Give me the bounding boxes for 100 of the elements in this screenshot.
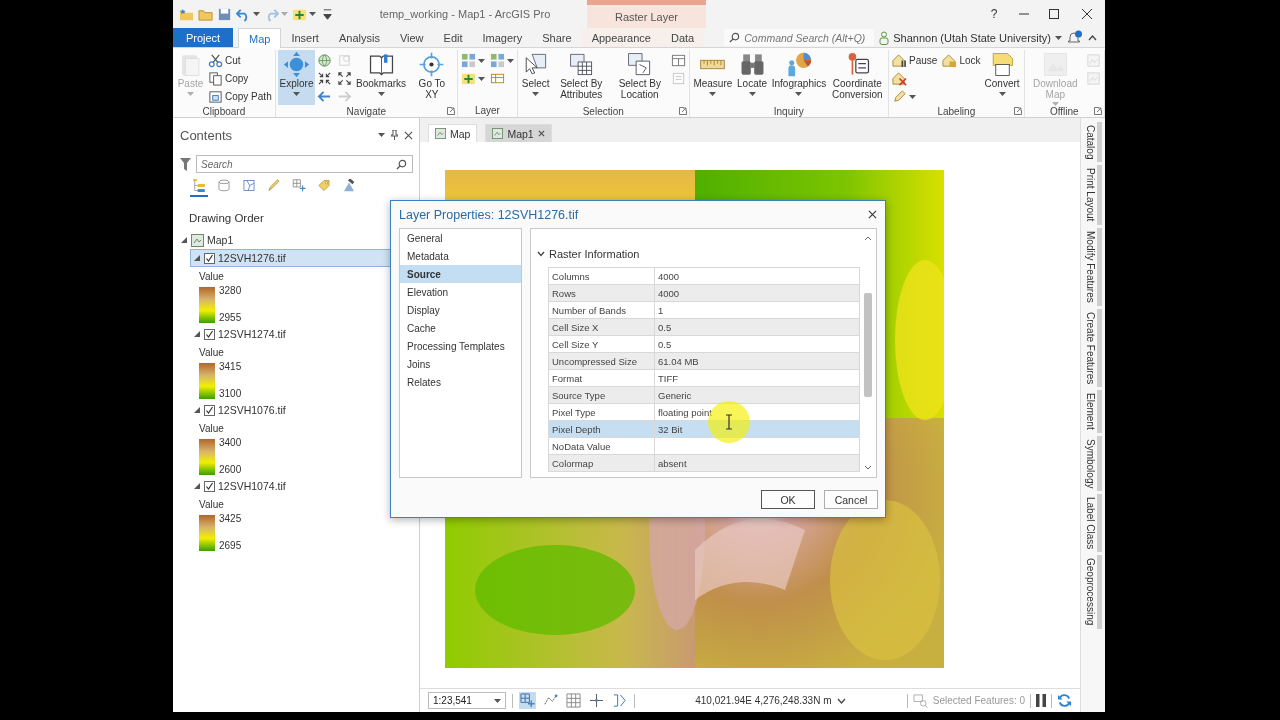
ribbon-button[interactable]: Select xyxy=(519,50,552,105)
group-label: Navigate xyxy=(345,105,388,117)
window-title: temp_working - Map1 - ArcGIS Pro xyxy=(378,7,552,22)
legend-value: 3415 xyxy=(219,361,242,372)
ribbon-button[interactable]: Convert xyxy=(982,50,1022,105)
document-tab[interactable]: Map1 xyxy=(485,124,552,142)
legend-value: 3400 xyxy=(219,437,242,448)
table-cell: Source Type xyxy=(549,387,655,404)
ribbon-button[interactable]: Select By Attributes xyxy=(552,50,610,105)
layer-name: 12SVH1274.tif xyxy=(218,328,286,340)
search-field[interactable]: Search xyxy=(196,155,413,173)
page-item[interactable]: Cache xyxy=(400,319,521,337)
group-label: Clipboard xyxy=(201,105,247,117)
layer-name: 12SVH1074.tif xyxy=(218,480,286,492)
table-cell: Rows xyxy=(549,285,655,302)
legend-value: 2695 xyxy=(219,540,242,551)
contextual-header: Raster Layer xyxy=(587,0,706,28)
legend-value: 2955 xyxy=(219,312,242,323)
scale-field[interactable]: 1:23,541 xyxy=(428,692,506,709)
dock-tab[interactable]: Create Features xyxy=(1084,308,1102,387)
page-item[interactable]: Elevation xyxy=(400,283,521,301)
page-item[interactable]: Relates xyxy=(400,373,521,391)
ribbon-button[interactable]: Copy Path xyxy=(207,88,273,105)
page-item[interactable]: Source xyxy=(400,265,521,283)
group-label: Labeling xyxy=(936,105,977,117)
table-row[interactable]: Cell Size X 0.5 xyxy=(549,319,860,336)
section-title[interactable]: Raster Information xyxy=(549,248,640,260)
layer-name: 12SVH1076.tif xyxy=(218,404,286,416)
ribbon-tab[interactable]: Imagery xyxy=(472,28,533,47)
table-row[interactable]: Source Type Generic xyxy=(549,387,860,404)
table-cell: Generic xyxy=(655,387,860,404)
table-row[interactable]: Pixel Depth 32 Bit xyxy=(549,421,860,438)
ribbon-button[interactable]: Cut xyxy=(207,52,242,69)
legend-value: 3425 xyxy=(219,513,242,524)
ribbon-button[interactable]: Lock xyxy=(941,52,982,69)
table-cell: Pixel Depth xyxy=(549,421,655,438)
table-cell: Colormap xyxy=(549,455,655,472)
legend-value: 2600 xyxy=(219,464,242,475)
table-cell: 32 Bit xyxy=(655,421,860,438)
ribbon-button[interactable]: Pause xyxy=(891,52,939,69)
ribbon-tab[interactable]: Analysis xyxy=(328,28,390,47)
table-cell: Cell Size X xyxy=(549,319,655,336)
ribbon-button[interactable]: Copy xyxy=(207,70,250,87)
ribbon-button[interactable]: Infographics xyxy=(769,50,828,105)
layer-name: 12SVH1276.tif xyxy=(218,252,286,264)
map-name[interactable]: Map1 xyxy=(207,234,234,246)
group-label: Layer xyxy=(473,104,501,116)
dialog-title: Layer Properties: 12SVH1276.tif xyxy=(399,207,579,222)
ribbon-tab[interactable]: Data xyxy=(660,28,705,47)
table-cell: absent xyxy=(655,455,860,472)
table-cell: 0.5 xyxy=(655,319,860,336)
group-label: Inquiry xyxy=(772,105,805,117)
dock-tab[interactable]: Element xyxy=(1084,389,1102,433)
dock-tab[interactable]: Modify Features xyxy=(1084,227,1102,306)
ribbon-tab[interactable]: Map xyxy=(238,28,282,49)
ribbon-button[interactable]: Explore xyxy=(277,50,316,105)
user-menu[interactable]: Shannon (Utah State University) xyxy=(893,31,1051,44)
ribbon-tab[interactable]: View xyxy=(389,28,434,47)
legend-heading: Value xyxy=(199,421,225,436)
ribbon-tab[interactable]: Share xyxy=(532,28,582,47)
layer-row[interactable]: 12SVH1076.tif xyxy=(190,401,423,419)
command-search-field[interactable]: Command Search (Alt+Q) xyxy=(724,29,875,46)
ribbon-button[interactable]: Measure xyxy=(691,50,735,105)
group-label: Offline xyxy=(1048,105,1080,117)
dock-tab[interactable]: Geoprocessing xyxy=(1084,555,1102,629)
table-cell: Uncompressed Size xyxy=(549,353,655,370)
ribbon-tab[interactable]: Edit xyxy=(433,28,473,47)
table-row[interactable]: Uncompressed Size 61.04 MB xyxy=(549,353,860,370)
dock-tab[interactable]: Label Class xyxy=(1084,493,1102,553)
pane-title: Contents xyxy=(180,127,233,143)
dialog-button[interactable]: Cancel xyxy=(824,490,878,509)
table-row[interactable]: Rows 4000 xyxy=(549,285,860,302)
help-button[interactable]: ? xyxy=(979,0,1009,28)
coordinates: 410,021.94E 4,276,248.33N m xyxy=(695,695,832,706)
ribbon-button[interactable]: Select By Location xyxy=(611,50,669,105)
ribbon-tab[interactable]: Insert xyxy=(281,28,329,47)
page-item[interactable]: General xyxy=(400,229,521,247)
layer-row[interactable]: 12SVH1074.tif xyxy=(190,477,423,495)
table-row[interactable]: Colormap absent xyxy=(549,455,860,472)
page-item[interactable]: Joins xyxy=(400,355,521,373)
dock-tab[interactable]: Symbology xyxy=(1084,435,1102,491)
ribbon-tab[interactable]: Appearance xyxy=(581,28,661,47)
ribbon-button[interactable]: Go To XY xyxy=(408,50,455,105)
dock-tab[interactable]: Print Layout xyxy=(1084,165,1102,225)
table-cell: 61.04 MB xyxy=(655,353,860,370)
document-tab[interactable]: Map xyxy=(428,124,478,142)
legend-value: 3100 xyxy=(219,388,242,399)
dialog-button[interactable]: OK xyxy=(761,490,815,509)
group-label: Selection xyxy=(581,105,625,117)
ribbon-button[interactable]: Locate xyxy=(735,50,769,105)
ribbon-button[interactable]: Bookmarks xyxy=(354,50,408,105)
page-item[interactable]: Display xyxy=(400,301,521,319)
legend-value: 3280 xyxy=(219,285,242,296)
legend-heading: Value xyxy=(199,497,225,512)
dock-tab[interactable]: Catalog xyxy=(1084,122,1102,163)
selected-features-count: Selected Features: 0 xyxy=(932,695,1025,706)
ribbon-button[interactable]: Coordinate Conversion xyxy=(828,50,887,105)
page-item[interactable]: Processing Templates xyxy=(400,337,521,355)
table-cell: 4000 xyxy=(655,285,860,302)
ribbon-tab[interactable]: Project xyxy=(173,28,233,47)
